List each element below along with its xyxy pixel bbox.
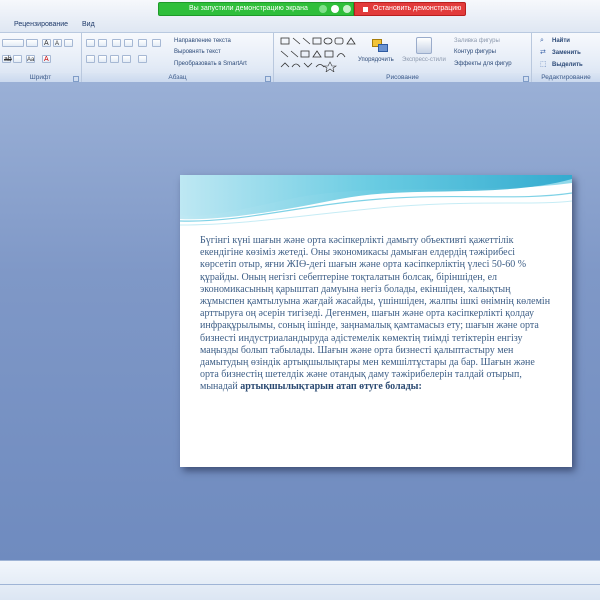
ribbon: A A ab Aa A Шрифт Направление текста Выр… (0, 32, 600, 83)
strikethrough-button[interactable]: ab (2, 55, 12, 63)
screen-share-banner: Вы запустили демонстрацию экрана Останов… (158, 2, 466, 16)
font-color-icon: A (44, 56, 49, 63)
select-icon: ⬚ (540, 61, 547, 68)
tab-view[interactable]: Вид (82, 21, 95, 28)
paragraph-group: Направление текста Выровнять текст Преоб… (82, 33, 274, 83)
bullets-button[interactable] (86, 39, 95, 47)
status-bar (0, 560, 600, 600)
slide-body-bold: артықшылықтарын атап өтуге болады: (240, 381, 422, 393)
grow-font-icon: A (44, 40, 49, 47)
share-message: Вы запустили демонстрацию экрана (189, 5, 308, 12)
justify-button[interactable] (122, 55, 131, 63)
microphone-icon[interactable] (319, 5, 327, 13)
select-button[interactable]: Выделить (552, 62, 583, 68)
stop-sharing-button[interactable]: Остановить демонстрацию (354, 2, 466, 16)
decrease-indent-button[interactable] (112, 39, 121, 47)
text-direction-button[interactable]: Направление текста (174, 38, 231, 44)
replace-icon: ⇄ (540, 49, 546, 56)
font-group: A A ab Aa A Шрифт (0, 33, 82, 83)
share-status: Вы запустили демонстрацию экрана (158, 2, 354, 16)
shrink-font-icon: A (55, 41, 60, 47)
strikethrough-icon: ab (4, 56, 12, 63)
align-left-button[interactable] (86, 55, 95, 63)
align-text-button[interactable]: Выровнять текст (174, 49, 221, 55)
convert-smartart-button[interactable]: Преобразовать в SmartArt (174, 61, 247, 67)
font-color-button[interactable]: A (42, 55, 51, 63)
slide-wave-decoration (180, 175, 572, 226)
font-name-box[interactable] (2, 39, 24, 47)
settings-icon[interactable] (343, 5, 351, 13)
tab-review[interactable]: Рецензирование (14, 21, 68, 28)
spacing-button[interactable] (13, 55, 22, 63)
align-right-button[interactable] (110, 55, 119, 63)
stop-sharing-label: Остановить демонстрацию (373, 5, 462, 12)
numbering-button[interactable] (98, 39, 107, 47)
pause-icon[interactable] (331, 5, 339, 13)
shape-outline-button[interactable]: Контур фигуры (454, 49, 496, 55)
status-divider (0, 584, 600, 585)
drawing-group: Упорядочить Экспресс-стили Заливка фигур… (274, 33, 532, 83)
replace-button[interactable]: Заменить (552, 50, 581, 56)
slide-body-text[interactable]: Бүгінгі күні шағын және орта кәсіпкерлік… (200, 235, 552, 394)
find-button[interactable]: Найти (552, 38, 570, 44)
editing-group: ⌕ Найти ⇄ Заменить ⬚ Выделить Редактиров… (532, 33, 600, 83)
align-center-button[interactable] (98, 55, 107, 63)
slide-body-paragraph: Бүгінгі күні шағын және орта кәсіпкерлік… (200, 235, 551, 393)
stop-icon (363, 7, 368, 12)
columns-button[interactable] (152, 39, 161, 47)
grow-font-button[interactable]: A (42, 39, 51, 47)
arrange-icon (370, 37, 390, 55)
case-icon: Aa (27, 57, 35, 63)
increase-indent-button[interactable] (124, 39, 133, 47)
shape-fill-button[interactable]: Заливка фигуры (454, 38, 500, 44)
binoculars-icon: ⌕ (540, 37, 544, 44)
shapes-gallery[interactable] (280, 36, 360, 72)
slide[interactable]: Бүгінгі күні шағын және орта кәсіпкерлік… (180, 175, 572, 467)
quick-styles-button[interactable]: Экспресс-стили (402, 57, 446, 63)
case-button[interactable]: Aa (26, 55, 35, 63)
quick-styles-icon (416, 37, 432, 54)
clear-format-button[interactable] (64, 39, 73, 47)
line-spacing-button[interactable] (138, 39, 147, 47)
menu-bar: Рецензирование Вид (0, 20, 600, 32)
text-direction-2-button[interactable] (138, 55, 147, 63)
shrink-font-button[interactable]: A (53, 39, 62, 47)
arrange-button[interactable]: Упорядочить (358, 57, 394, 63)
font-size-box[interactable] (26, 39, 38, 47)
shape-effects-button[interactable]: Эффекты для фигур (454, 61, 512, 67)
